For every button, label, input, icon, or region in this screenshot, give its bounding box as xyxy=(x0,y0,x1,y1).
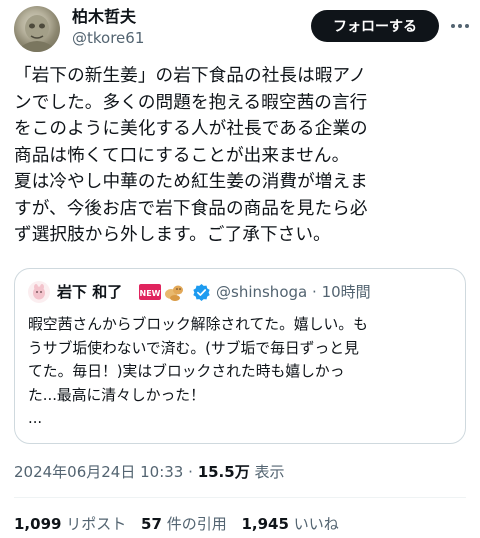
quoted-line: ... xyxy=(28,410,43,428)
more-horizontal-icon[interactable] xyxy=(448,14,472,38)
engagement-stats: 1,099 リポスト 57 件の引用 1,945 いいね xyxy=(14,513,339,535)
like-label: いいね xyxy=(293,515,339,533)
quoted-timestamp[interactable]: 10時間 xyxy=(322,283,371,301)
follow-button[interactable]: フォローする xyxy=(311,10,439,42)
quote-count: 57 xyxy=(141,515,162,533)
tweet-line: をこのように美化する人が社長である企業の xyxy=(14,119,368,139)
like-stat[interactable]: 1,945 いいね xyxy=(241,515,338,533)
tweet-header: 柏木哲夫 @tkore61 フォローする xyxy=(0,0,480,60)
repost-stat[interactable]: 1,099 リポスト xyxy=(14,515,126,533)
verified-badge-icon xyxy=(192,283,211,302)
quote-stat[interactable]: 57 件の引用 xyxy=(141,515,227,533)
like-count: 1,945 xyxy=(241,515,289,533)
quoted-tweet-card[interactable]: 岩下 和了 NEW @shinshoga · 10時間 暇空茜さんからブロック解… xyxy=(14,268,466,444)
divider xyxy=(14,497,466,498)
quoted-author-meta: @shinshoga · 10時間 xyxy=(216,281,371,303)
repost-label: リポスト xyxy=(66,515,127,533)
author-handle[interactable]: @tkore61 xyxy=(72,28,144,48)
tweet-line: 商品は怖くて口にすることが出来ません。 xyxy=(14,145,350,166)
view-count: 15.5万 xyxy=(197,463,250,481)
author-avatar[interactable] xyxy=(14,6,60,52)
view-label: 表示 xyxy=(254,463,285,481)
new-badge: NEW xyxy=(139,284,161,300)
tweet-line: すが、今後お店で岩下食品の商品を見たら必 xyxy=(14,198,368,219)
quoted-author-avatar[interactable] xyxy=(28,281,50,303)
tweet-line: ず選択肢から外します。ご了承下さい。 xyxy=(14,225,331,245)
quoted-line: た...最高に清々しかった！ xyxy=(28,386,205,404)
separator-dot: · xyxy=(188,463,193,481)
quoted-line: うサブ垢使わないで済む。(サブ垢で毎日ずっと見 xyxy=(28,339,359,357)
tweet-text: 「岩下の新生姜」の岩下食品の社長は暇アノ ンでした。多くの問題を抱える暇空茜の言… xyxy=(14,63,472,249)
repost-count: 1,099 xyxy=(14,515,62,533)
quoted-line: 暇空茜さんからブロック解除されてた。嬉しい。も xyxy=(28,316,368,333)
tweet-line: 夏は冷やし中華のため紅生姜の消費が増えま xyxy=(14,172,368,192)
tweet-datetime[interactable]: 2024年06月24日 10:33 xyxy=(14,463,183,481)
tweet-line: 「岩下の新生姜」の岩下食品の社長は暇アノ xyxy=(14,66,367,86)
tweet-line: ンでした。多くの問題を抱える暇空茜の言行 xyxy=(14,92,368,113)
quoted-author-handle[interactable]: @shinshoga xyxy=(216,283,307,301)
separator-dot: · xyxy=(312,283,317,301)
quote-label: 件の引用 xyxy=(166,515,227,533)
new-badge-text: NEW xyxy=(140,289,161,298)
quoted-tweet-text: 暇空茜さんからブロック解除されてた。嬉しい。も うサブ垢使わないで済む。(サブ垢… xyxy=(28,313,456,431)
quoted-line: てた。毎日！)実はブロックされた時も嬉しかっ xyxy=(28,363,345,381)
ginger-mascot-icon xyxy=(163,281,185,303)
author-name[interactable]: 柏木哲夫 xyxy=(72,6,136,28)
quoted-author-name[interactable]: 岩下 和了 xyxy=(57,281,122,303)
tweet-meta: 2024年06月24日 10:33 · 15.5万 表示 xyxy=(14,461,285,483)
